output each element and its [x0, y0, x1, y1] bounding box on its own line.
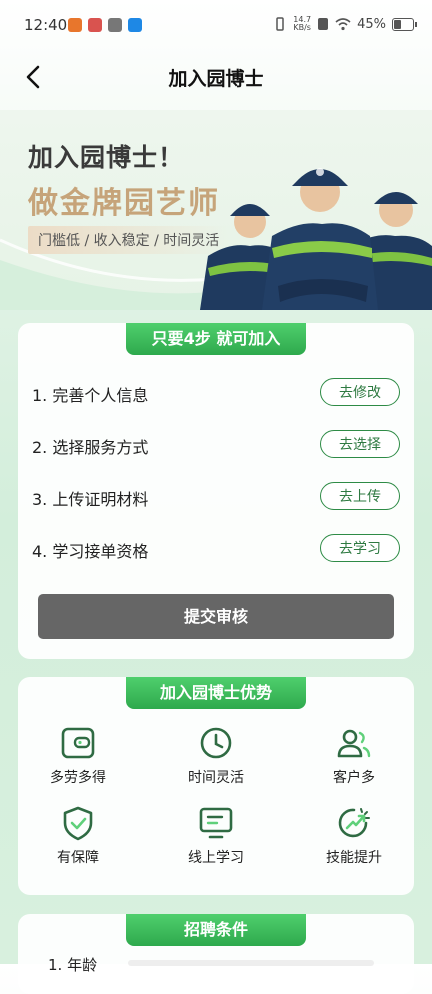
status-bar: 12:40 14.7 KB/s 45% [0, 0, 432, 50]
requirement-value-field [128, 960, 374, 966]
sim-icon [318, 18, 329, 30]
net-speed-unit: KB/s [293, 23, 311, 32]
step-row-profile: 1. 完善个人信息 去修改 [32, 378, 400, 408]
submit-review-button[interactable]: 提交审核 [38, 594, 394, 639]
advantage-item: 多劳多得 [18, 725, 138, 787]
advantages-card: 加入园博士优势 多劳多得 时间灵活 客户多 有保障 线上学习 技能提升 [18, 677, 414, 895]
advantage-item: 有保障 [18, 805, 138, 867]
step-label: 2. 选择服务方式 [32, 438, 149, 457]
advantage-label: 线上学习 [188, 850, 244, 866]
step-row-upload: 3. 上传证明材料 去上传 [32, 482, 400, 512]
advantage-item: 技能提升 [294, 805, 414, 867]
step-label: 1. 完善个人信息 [32, 386, 149, 405]
workers-illustration [200, 168, 432, 310]
steps-card: 只要4步 就可加入 1. 完善个人信息 去修改 2. 选择服务方式 去选择 3.… [18, 323, 414, 659]
upload-documents-button[interactable]: 去上传 [320, 482, 400, 510]
wifi-icon [335, 18, 351, 31]
step-label: 3. 上传证明材料 [32, 490, 149, 509]
step-row-service: 2. 选择服务方式 去选择 [32, 430, 400, 460]
growth-icon [338, 808, 370, 838]
select-service-button[interactable]: 去选择 [320, 430, 400, 458]
status-time: 12:40 [24, 16, 68, 34]
study-button[interactable]: 去学习 [320, 534, 400, 562]
advantage-label: 多劳多得 [50, 770, 106, 786]
step-label: 4. 学习接单资格 [32, 542, 149, 561]
advantage-item: 时间灵活 [156, 725, 276, 787]
edit-profile-button[interactable]: 去修改 [320, 378, 400, 406]
clock-icon [200, 727, 232, 759]
advantage-item: 客户多 [294, 725, 414, 787]
banner-title: 加入园博士！ [28, 143, 185, 172]
users-icon [337, 729, 371, 758]
battery-fill [394, 19, 402, 29]
app-notification-icon [88, 18, 102, 32]
steps-header: 只要4步 就可加入 [126, 323, 306, 355]
status-right: 14.7 KB/s 45% [273, 16, 417, 32]
advantage-label: 时间灵活 [188, 770, 244, 786]
alipay-notification-icon [128, 18, 142, 32]
net-speed: 14.7 KB/s [293, 16, 311, 32]
banner-subtitle: 做金牌园艺师 [28, 186, 220, 221]
monitor-icon [199, 807, 233, 839]
requirements-card: 招聘条件 1. 年龄 [18, 914, 414, 994]
wallet-icon [61, 727, 95, 759]
step-row-study: 4. 学习接单资格 去学习 [32, 534, 400, 564]
battery-icon [392, 17, 417, 31]
advantages-header: 加入园博士优势 [126, 677, 306, 709]
shield-check-icon [63, 806, 93, 841]
worker-center [262, 168, 378, 310]
app-notification-icon [108, 18, 122, 32]
notification-icons [68, 18, 142, 32]
requirements-header: 招聘条件 [126, 914, 306, 946]
advantage-label: 客户多 [333, 770, 375, 786]
nav-bar: 加入园博士 [0, 52, 432, 102]
requirement-item: 1. 年龄 [48, 956, 98, 974]
advantage-item: 线上学习 [156, 805, 276, 867]
advantage-label: 有保障 [57, 850, 99, 866]
advantage-label: 技能提升 [326, 850, 382, 866]
hero-banner: 加入园博士！ 做金牌园艺师 门槛低 / 收入稳定 / 时间灵活 [0, 110, 432, 310]
app-notification-icon [68, 18, 82, 32]
battery-percent: 45% [357, 16, 386, 32]
vibrate-icon [276, 17, 285, 31]
page-title: 加入园博士 [168, 68, 264, 90]
